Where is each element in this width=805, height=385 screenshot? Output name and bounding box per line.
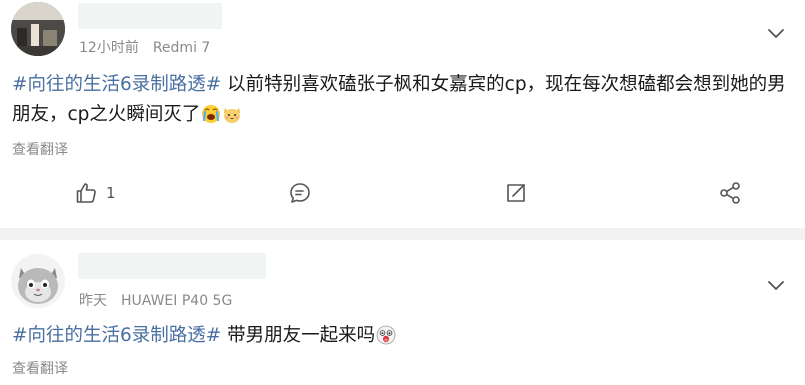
post-meta: 12小时前 Redmi 7 [79,37,210,57]
username-placeholder[interactable] [78,253,266,279]
post-time: 12小时前 [79,40,139,56]
cat-hug-emoji [222,104,242,124]
comment-button[interactable] [288,181,312,205]
avatar[interactable] [11,2,65,56]
crying-face-emoji [201,104,221,124]
comment-icon [288,181,312,205]
section-divider [0,228,805,240]
post-time: 昨天 [79,293,107,309]
share-button[interactable] [718,181,742,205]
thumbs-up-icon [74,181,98,205]
topic-link[interactable]: #向往的生活6录制路透# [12,325,221,346]
action-bar: 1 [0,176,805,210]
repost-button[interactable] [504,181,528,205]
chevron-down-icon[interactable] [767,24,785,38]
avatar[interactable] [11,254,65,308]
post-card [0,240,805,385]
like-count: 1 [106,184,116,202]
post-device: Redmi 7 [152,40,211,56]
shocked-face-emoji [376,325,396,345]
post-text: 带男朋友一起来吗 [221,325,376,346]
post-card: 12小时前 Redmi 7 #向往的生活6录制路透# 以前特别喜欢磕张子枫和女嘉宾… [0,0,805,228]
like-button[interactable]: 1 [74,181,116,205]
post-content: #向往的生活6录制路透# 以前特别喜欢磕张子枫和女嘉宾的cp，现在每次想磕都会想… [12,70,795,130]
repost-icon [504,181,528,205]
post-device: HUAWEI P40 5G [121,293,233,309]
translate-link[interactable]: 查看翻译 [12,139,68,159]
share-icon [718,181,742,205]
topic-link[interactable]: #向往的生活6录制路透# [12,74,221,95]
chevron-down-icon[interactable] [767,276,785,290]
username-placeholder[interactable] [78,3,222,29]
post-content: #向往的生活6录制路透# 带男朋友一起来吗 [12,321,795,351]
translate-link[interactable]: 查看翻译 [12,358,68,378]
post-meta: 昨天 HUAWEI P40 5G [79,290,232,310]
